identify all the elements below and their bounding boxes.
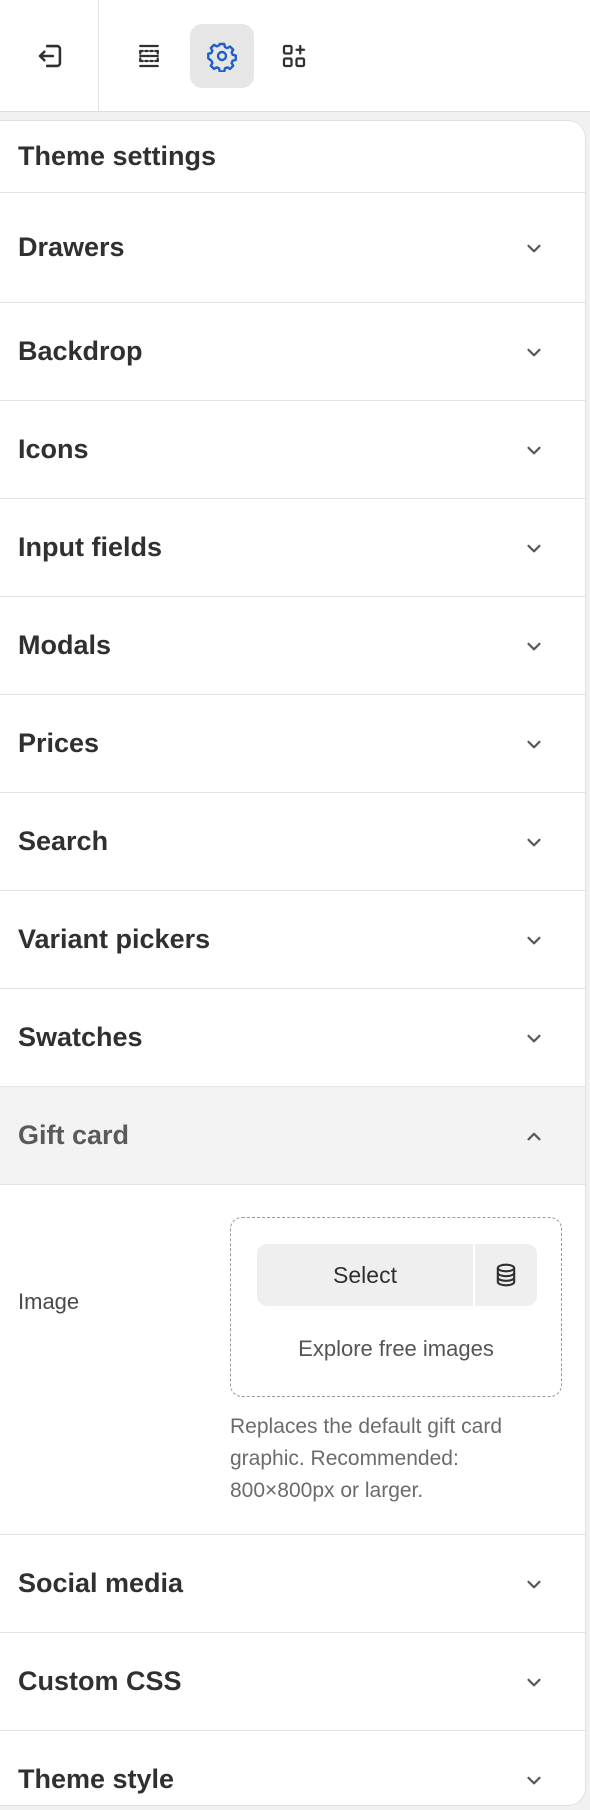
section-backdrop[interactable]: Backdrop	[0, 303, 585, 401]
section-label: Gift card	[18, 1120, 130, 1150]
section-label: Search	[18, 826, 109, 856]
section-label: Variant pickers	[18, 924, 211, 954]
gift-card-settings: Image Select Explore free images Replace…	[0, 1185, 585, 1535]
section-label: Backdrop	[18, 336, 143, 366]
image-help-text: Replaces the default gift card graphic. …	[230, 1415, 502, 1502]
chevron-down-icon	[527, 740, 541, 748]
sections-icon	[139, 44, 159, 68]
apps-icon	[282, 44, 306, 68]
section-prices[interactable]: Prices	[0, 695, 585, 793]
chevron-down-icon	[527, 348, 541, 356]
exit-button[interactable]	[18, 24, 82, 88]
section-variant-pickers[interactable]: Variant pickers	[0, 891, 585, 989]
panel-title: Theme settings	[0, 121, 585, 193]
section-social-media[interactable]: Social media	[0, 1535, 585, 1633]
chevron-down-icon	[527, 642, 541, 650]
database-icon	[496, 1263, 516, 1287]
gear-icon	[207, 42, 237, 72]
section-custom-css[interactable]: Custom CSS	[0, 1633, 585, 1731]
image-picker: Select Explore free images	[230, 1217, 562, 1397]
settings-button[interactable]	[190, 24, 254, 88]
settings-section-list: Drawers Backdrop Icons Input fields Modals Pr…	[0, 193, 585, 1087]
section-label: Input fields	[18, 532, 162, 562]
select-image-button[interactable]: Select	[257, 1244, 473, 1306]
chevron-down-icon	[527, 1678, 541, 1686]
section-search[interactable]: Search	[0, 793, 585, 891]
chevron-down-icon	[527, 1034, 541, 1042]
section-label: Icons	[18, 434, 89, 464]
section-modals[interactable]: Modals	[0, 597, 585, 695]
chevron-down-icon	[527, 1580, 541, 1588]
image-setting-label: Image	[18, 1289, 80, 1314]
section-label: Prices	[18, 728, 100, 758]
section-theme-style[interactable]: Theme style	[0, 1731, 585, 1805]
section-label: Drawers	[18, 232, 125, 262]
section-label: Social media	[18, 1568, 184, 1598]
exit-icon	[38, 44, 62, 68]
section-label: Modals	[18, 630, 112, 660]
sections-button[interactable]	[117, 24, 181, 88]
chevron-down-icon	[527, 446, 541, 454]
section-input-fields[interactable]: Input fields	[0, 499, 585, 597]
toolbar-divider	[98, 0, 99, 112]
section-label: Swatches	[18, 1022, 143, 1052]
top-toolbar	[0, 0, 590, 112]
chevron-down-icon	[527, 544, 541, 552]
chevron-up-icon	[527, 1132, 541, 1140]
section-icons[interactable]: Icons	[0, 401, 585, 499]
section-gift-card[interactable]: Gift card	[0, 1087, 585, 1185]
explore-free-images-link[interactable]: Explore free images	[231, 1336, 561, 1362]
section-label: Theme style	[18, 1764, 175, 1794]
chevron-down-icon	[527, 936, 541, 944]
image-library-button[interactable]	[475, 1244, 537, 1306]
chevron-down-icon	[527, 244, 541, 252]
chevron-down-icon	[527, 838, 541, 846]
section-swatches[interactable]: Swatches	[0, 989, 585, 1087]
apps-button[interactable]	[262, 24, 326, 88]
settings-section-list-after: Social media Custom CSS Theme style	[0, 1535, 585, 1805]
section-drawers[interactable]: Drawers	[0, 193, 585, 303]
theme-settings-panel: Theme settings Drawers Backdrop Icons Input…	[0, 120, 586, 1806]
section-label: Custom CSS	[18, 1666, 182, 1696]
chevron-down-icon	[527, 1776, 541, 1784]
